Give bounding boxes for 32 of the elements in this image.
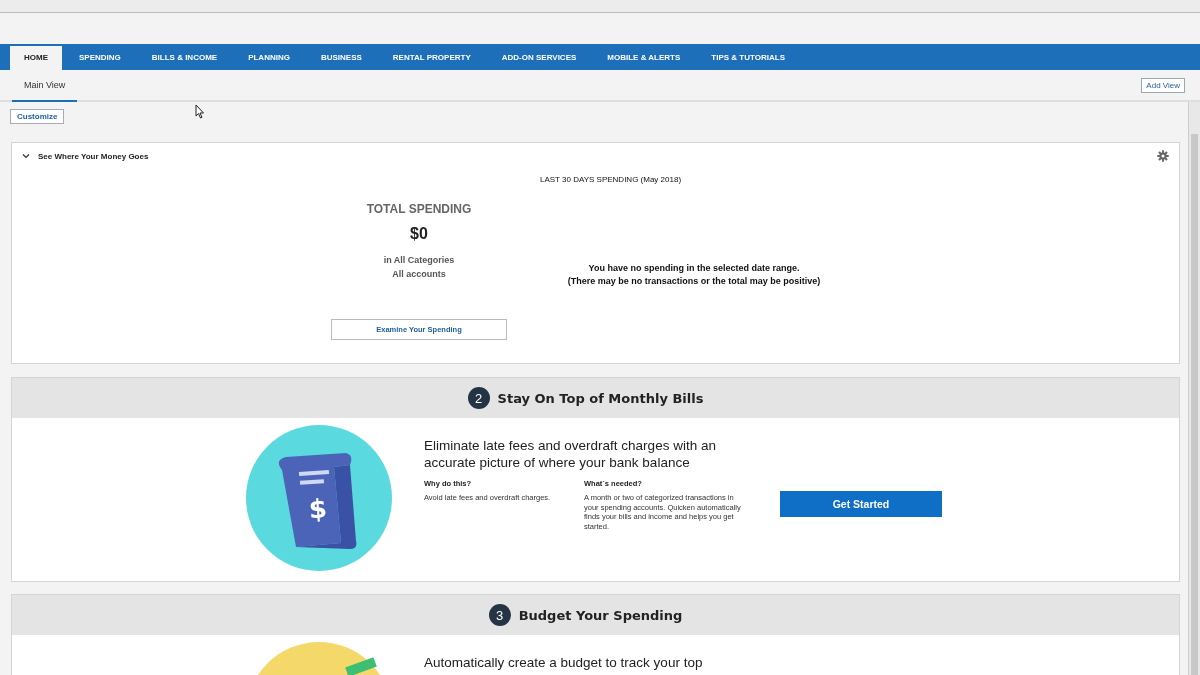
step-number-badge: 2 bbox=[467, 387, 490, 409]
empty-message: (There may be no transactions or the total may be positive) bbox=[566, 275, 822, 288]
nav-tab[interactable]: BUSINESS bbox=[306, 44, 376, 70]
scope-text: in All Categories bbox=[383, 254, 455, 267]
nav-tab[interactable]: HOME bbox=[10, 46, 62, 70]
scrollbar[interactable] bbox=[1188, 102, 1200, 675]
step-number-badge: 3 bbox=[488, 604, 511, 626]
nav-tab[interactable]: SPENDING bbox=[65, 44, 135, 70]
customize-button[interactable]: Customize bbox=[10, 109, 65, 124]
nav-tab[interactable]: MOBILE & ALERTS bbox=[593, 44, 695, 70]
settings-icon[interactable] bbox=[1157, 150, 1169, 162]
view-tab[interactable]: Main View bbox=[12, 70, 78, 102]
empty-message: You have no spending in the selected date range. bbox=[587, 262, 801, 275]
nav-tab[interactable]: RENTAL PROPERTY bbox=[378, 44, 485, 70]
add-view-button[interactable]: Add View bbox=[1141, 77, 1185, 93]
chevron-down-icon[interactable] bbox=[22, 152, 30, 160]
step-title: Stay On Top of Monthly Bills bbox=[497, 390, 704, 406]
period-heading: LAST 30 DAYS SPENDING (May 2018) bbox=[538, 175, 683, 184]
get-started-button[interactable]: Get Started bbox=[780, 491, 942, 517]
total-label: TOTAL SPENDING bbox=[366, 202, 472, 216]
total-value: $0 bbox=[410, 225, 428, 243]
nav-tab[interactable]: TIPS & TUTORIALS bbox=[697, 44, 799, 70]
step-description: Eliminate late fees and overdraft charges with an accurate picture of where your bank balance bbox=[424, 437, 717, 471]
dollar-sign: $ bbox=[307, 493, 328, 525]
panel-title: See Where Your Money Goes bbox=[38, 151, 149, 161]
nav-tab[interactable]: BILLS & INCOME bbox=[137, 44, 232, 70]
scope-text: All accounts bbox=[392, 268, 446, 281]
nav-tab[interactable]: ADD-ON SERVICES bbox=[487, 44, 591, 70]
pointer-cursor-icon bbox=[195, 104, 205, 119]
nav-tab[interactable]: PLANNING bbox=[234, 44, 304, 70]
step-description: Automatically create a budget to track your top bbox=[424, 654, 704, 671]
step-title: Budget Your Spending bbox=[518, 607, 683, 623]
